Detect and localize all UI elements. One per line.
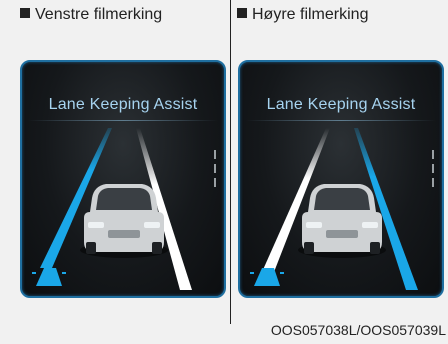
- cluster-display-right: Lane Keeping Assist: [238, 60, 444, 298]
- lane-departure-warning-icon: [32, 268, 66, 286]
- square-bullet-icon: [20, 8, 30, 18]
- heading-left-label: Venstre filmerking: [35, 6, 163, 23]
- car-icon: [298, 184, 386, 258]
- car-icon: [80, 184, 168, 258]
- page: Venstre filmerking Lane Keeping Assist H…: [0, 0, 448, 344]
- figure-code-caption: OOS057038L/OOS057039L: [270, 322, 446, 338]
- square-bullet-icon: [237, 8, 247, 18]
- level-indicator-marks: [214, 150, 216, 187]
- heading-right-label: Høyre filmerking: [252, 6, 369, 23]
- lane-scene-right: [250, 128, 434, 290]
- level-indicator-marks: [432, 150, 434, 187]
- heading-right-lane: Høyre filmerking: [237, 6, 368, 24]
- cluster-display-left: Lane Keeping Assist: [20, 60, 226, 298]
- lane-departure-warning-icon: [250, 268, 284, 286]
- heading-left-lane: Venstre filmerking: [20, 6, 162, 24]
- lane-scene-left: [32, 128, 216, 290]
- panel-divider: [230, 0, 231, 324]
